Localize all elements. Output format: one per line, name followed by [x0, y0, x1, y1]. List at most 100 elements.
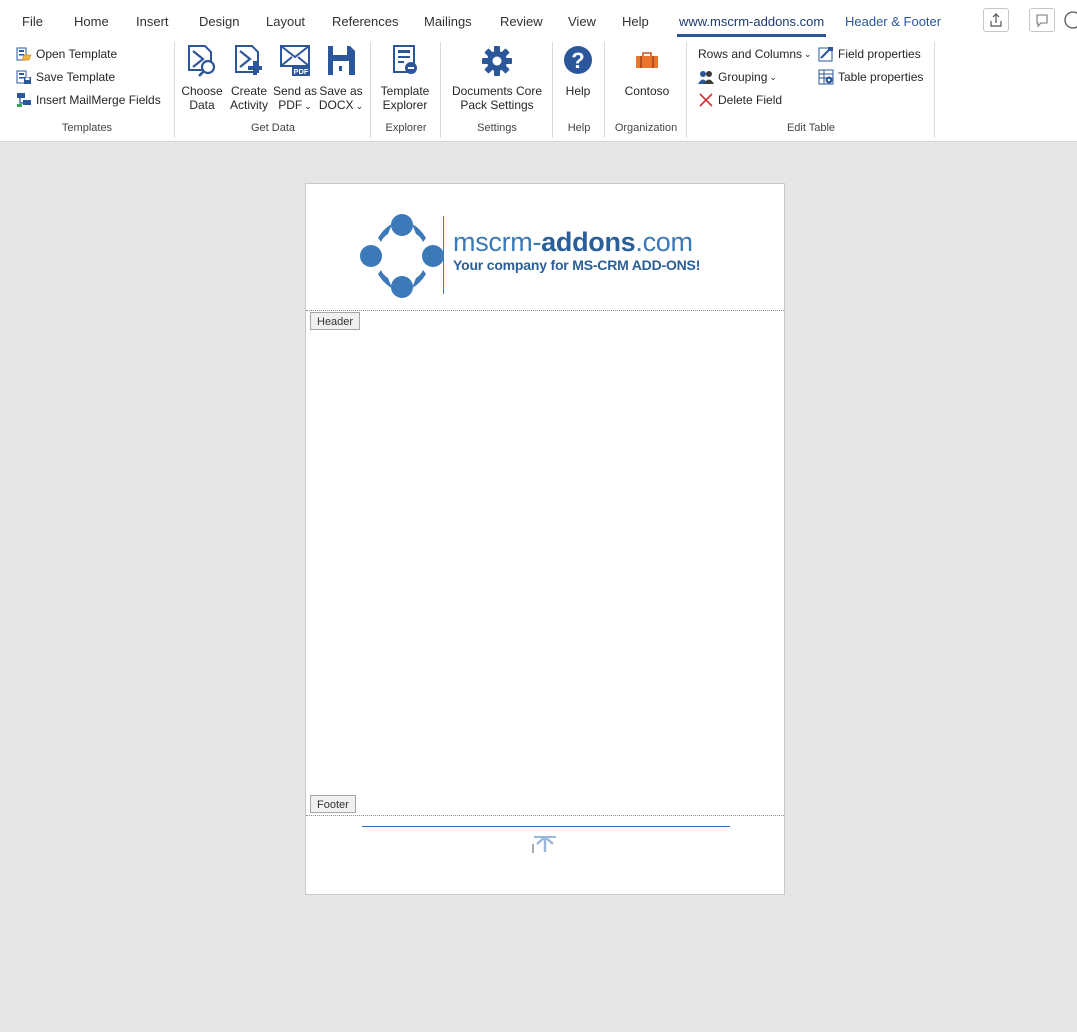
rows-and-columns-label: Rows and Columns: [698, 47, 803, 61]
save-as-docx-button[interactable]: Save as DOCX ⌄: [318, 42, 364, 113]
choose-data-button[interactable]: Choose Data: [181, 42, 223, 112]
help-icon: ?: [564, 46, 592, 74]
choose-data-label-1: Choose: [181, 84, 223, 98]
send-pdf-icon: PDF: [280, 45, 310, 76]
footer-boundary: [306, 815, 784, 816]
create-activity-label-1: Create: [230, 84, 268, 98]
logo-suffix: .com: [635, 227, 693, 257]
group-divider: [440, 42, 441, 138]
svg-text:?: ?: [571, 48, 584, 73]
templates-group-label: Templates: [61, 122, 113, 134]
insert-mailmerge-fields-button[interactable]: Insert MailMerge Fields: [16, 90, 161, 110]
organization-group-label: Organization: [614, 122, 678, 134]
ribbon-tab-bar: File Home Insert Design Layout Reference…: [0, 0, 1077, 38]
header-boundary: [306, 310, 784, 311]
group-divider: [604, 42, 605, 138]
choose-data-label-2: Data: [189, 98, 215, 112]
tab-insert[interactable]: Insert: [136, 14, 169, 29]
create-activity-button[interactable]: Create Activity: [226, 42, 272, 112]
mailmerge-fields-icon: [17, 93, 31, 107]
create-activity-icon: [235, 45, 262, 75]
insert-mailmerge-fields-label: Insert MailMerge Fields: [36, 93, 161, 107]
tab-layout[interactable]: Layout: [266, 14, 305, 29]
help-label: Help: [565, 84, 591, 98]
svg-text:PDF: PDF: [294, 67, 309, 76]
settings-label-2: Pack Settings: [460, 98, 534, 112]
grouping-icon: [698, 71, 714, 84]
grouping-button[interactable]: Grouping ⌄: [698, 67, 777, 87]
explorer-group-label: Explorer: [385, 122, 427, 134]
header-tag[interactable]: Header: [310, 312, 361, 330]
template-explorer-button[interactable]: Template Explorer: [376, 42, 434, 112]
send-as-pdf-button[interactable]: PDF Send as PDF ⌄: [272, 42, 318, 113]
field-properties-label: Field properties: [838, 47, 921, 61]
group-divider: [552, 42, 553, 138]
tab-view[interactable]: View: [568, 14, 596, 29]
logo-wordmark: mscrm-addons.com Your company for MS-CRM…: [453, 228, 700, 273]
tab-review[interactable]: Review: [500, 14, 543, 29]
group-divider: [174, 42, 175, 138]
save-template-button[interactable]: Save Template: [16, 67, 115, 87]
save-docx-label-2-wrap: DOCX ⌄: [319, 98, 363, 113]
organization-contoso-button[interactable]: Contoso: [614, 42, 680, 98]
get-data-group-label: Get Data: [250, 122, 296, 134]
send-pdf-label-1: Send as: [272, 84, 318, 98]
comment-icon: [1036, 14, 1048, 28]
tab-help[interactable]: Help: [622, 14, 649, 29]
choose-data-icon: [188, 45, 216, 77]
document-page[interactable]: mscrm-addons.com Your company for MS-CRM…: [305, 183, 785, 895]
gear-icon: [482, 46, 512, 76]
ribbon: Open Template Save Template Insert MailM…: [0, 38, 1077, 142]
save-docx-label-2: DOCX: [318, 98, 354, 112]
comments-button[interactable]: [1029, 8, 1055, 32]
grouping-label: Grouping: [718, 70, 768, 84]
save-template-label: Save Template: [36, 70, 116, 84]
group-divider: [370, 42, 371, 138]
logo-main-text: mscrm-addons.com: [453, 228, 700, 256]
template-explorer-label-1: Template: [380, 84, 430, 98]
tab-header-footer[interactable]: Header & Footer: [845, 14, 941, 29]
open-template-label: Open Template: [36, 47, 118, 61]
logo-divider: [443, 216, 444, 294]
create-activity-label-2: Activity: [229, 98, 268, 112]
documents-core-pack-settings-button[interactable]: Documents Core Pack Settings: [446, 42, 548, 112]
tab-mscrm-addons[interactable]: www.mscrm-addons.com: [676, 14, 827, 37]
group-divider: [686, 42, 687, 138]
mscrm-addons-logo: [360, 214, 444, 298]
help-group-label: Help: [567, 122, 591, 134]
chevron-down-icon: ⌄: [804, 48, 812, 59]
tab-mailings[interactable]: Mailings: [424, 14, 472, 29]
open-template-button[interactable]: Open Template: [16, 44, 117, 64]
save-docx-label-1: Save as: [319, 84, 363, 98]
template-explorer-icon: [393, 45, 417, 74]
table-properties-icon: [818, 69, 834, 85]
tab-references[interactable]: References: [332, 14, 398, 29]
footer-rule: [362, 826, 730, 827]
share-button[interactable]: [983, 8, 1009, 32]
smiley-icon[interactable]: [1063, 9, 1077, 31]
share-icon: [990, 13, 1002, 27]
help-button[interactable]: ? Help: [558, 42, 598, 98]
chevron-down-icon: ⌄: [355, 101, 364, 111]
rows-and-columns-button[interactable]: Rows and Columns ⌄: [698, 44, 812, 64]
edit-table-group-label: Edit Table: [786, 122, 836, 134]
settings-group-label: Settings: [477, 122, 517, 134]
field-properties-icon: [818, 47, 833, 62]
send-pdf-label-2: PDF: [278, 98, 303, 112]
tab-design[interactable]: Design: [199, 14, 239, 29]
tab-home[interactable]: Home: [74, 14, 109, 29]
send-pdf-label-2-wrap: PDF ⌄: [278, 98, 312, 113]
delete-field-button[interactable]: Delete Field: [698, 90, 782, 110]
field-properties-button[interactable]: Field properties: [818, 44, 921, 64]
template-explorer-label-2: Explorer: [382, 98, 428, 112]
contoso-label: Contoso: [624, 84, 670, 98]
tab-file[interactable]: File: [22, 14, 43, 29]
table-properties-button[interactable]: Table properties: [818, 67, 923, 87]
save-docx-icon: [328, 46, 355, 75]
logo-tagline: Your company for MS-CRM ADD-ONS!: [453, 257, 701, 273]
save-template-icon: [16, 70, 31, 84]
chevron-down-icon: ⌄: [769, 71, 777, 82]
footer-tag[interactable]: Footer: [310, 795, 356, 813]
footer-logo-icon: [532, 836, 556, 853]
open-template-icon: [16, 47, 32, 61]
